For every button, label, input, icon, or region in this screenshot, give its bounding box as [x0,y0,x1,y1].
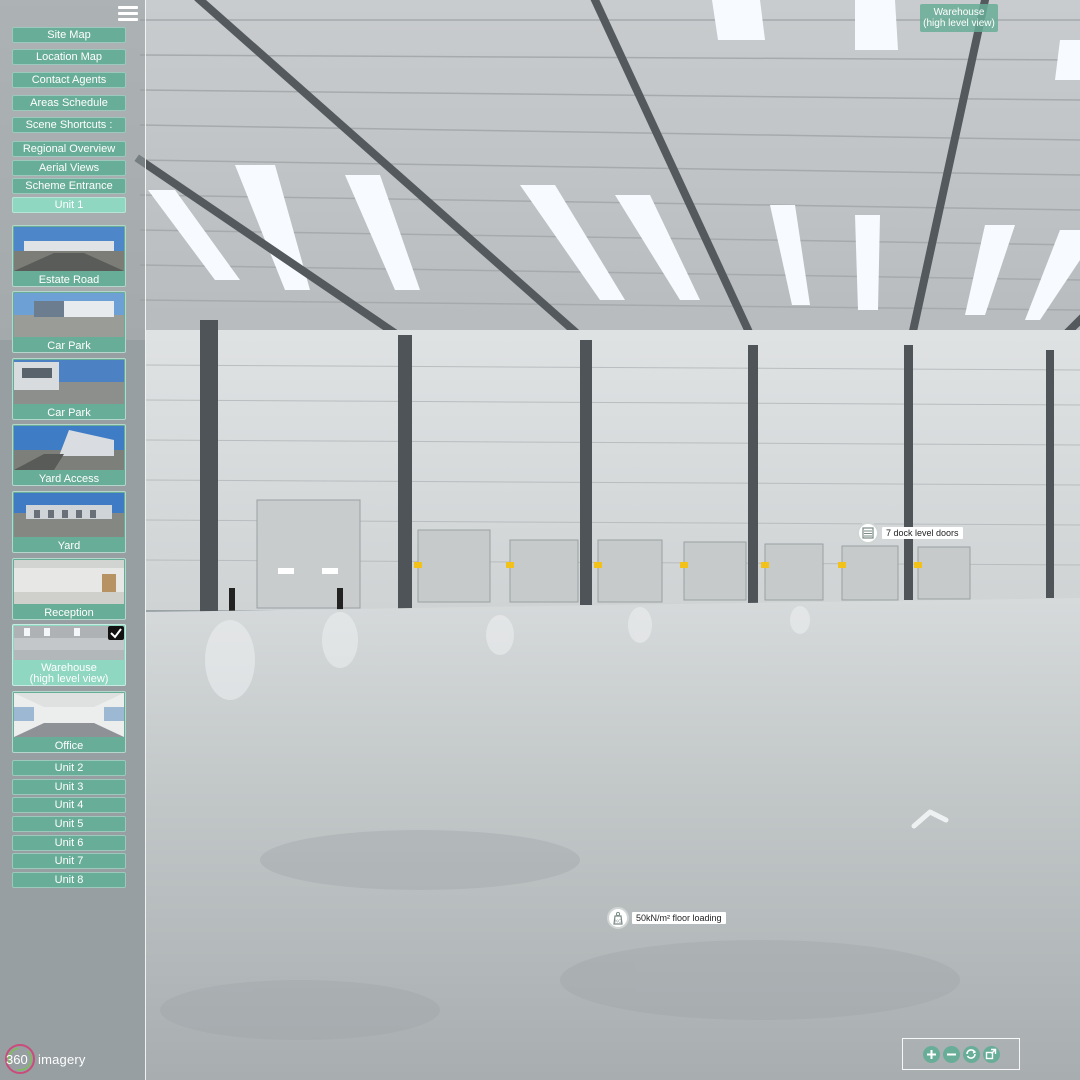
scene-shortcuts-label: Scene Shortcuts : [12,117,126,133]
site-map-button[interactable]: Site Map [12,27,126,43]
scene-thumb-reception[interactable]: Reception [12,558,126,620]
hotspot-floor-loading[interactable]: KG 50kN/m² floor loading [607,907,726,929]
logo-360-icon: 360 [5,1044,35,1074]
scene-label: Car Park [47,340,91,352]
unit-3-button[interactable]: Unit 3 [12,779,126,795]
unit-5-button[interactable]: Unit 5 [12,816,126,832]
scene-label: Car Park [47,407,91,419]
hamburger-icon[interactable] [118,6,138,22]
thumbnail-image [14,493,124,537]
sidebar-menu: Site Map Location Map Contact Agents Are… [0,0,146,1080]
svg-text:KG: KG [615,919,622,924]
scene-thumb-estate-road[interactable]: Estate Road [12,225,126,287]
unit-4-button[interactable]: Unit 4 [12,797,126,813]
weight-icon[interactable]: KG [607,907,629,929]
scene-label: Reception [44,607,94,619]
shortcut-aerial-views[interactable]: Aerial Views [12,160,126,176]
thumbnail-image [14,293,124,337]
shortcut-scheme-entrance[interactable]: Scheme Entrance [12,178,126,194]
hotspot-label: 50kN/m² floor loading [632,912,726,924]
thumbnail-image [14,426,124,470]
logo-brand-text: imagery [38,1051,86,1067]
navigation-arrow-icon[interactable] [910,806,950,830]
scene-title-line1: Warehouse [933,7,985,18]
scene-label: Estate Road [38,274,100,286]
minus-icon[interactable] [942,1045,960,1063]
thumbnail-image [14,360,124,404]
hotspot-label: 7 dock level doors [882,527,963,539]
thumbnail-image [14,693,124,737]
plus-icon[interactable] [922,1045,940,1063]
thumbnail-image [14,227,124,271]
scene-label: Office [54,740,84,752]
scene-thumb-warehouse-high-level[interactable]: Warehouse (high level view) [12,624,126,686]
scene-thumb-yard[interactable]: Yard [12,491,126,553]
scene-thumb-office[interactable]: Office [12,691,126,753]
scene-thumb-car-park-2[interactable]: Car Park [12,358,126,420]
scene-label: Yard Access [38,473,100,485]
company-logo: 360 imagery [2,1042,86,1076]
scene-title-badge: Warehouse (high level view) [920,4,998,32]
rotate-icon[interactable] [962,1045,980,1063]
areas-schedule-button[interactable]: Areas Schedule [12,95,126,111]
unit-1-button[interactable]: Unit 1 [12,197,126,213]
scene-thumb-car-park-1[interactable]: Car Park [12,291,126,353]
unit-7-button[interactable]: Unit 7 [12,853,126,869]
shortcut-regional-overview[interactable]: Regional Overview [12,141,126,157]
location-map-button[interactable]: Location Map [12,49,126,65]
hotspot-dock-doors[interactable]: 7 dock level doors [857,522,963,544]
unit-8-button[interactable]: Unit 8 [12,872,126,888]
fullscreen-icon[interactable] [982,1045,1000,1063]
checkmark-icon [108,626,124,640]
unit-6-button[interactable]: Unit 6 [12,835,126,851]
viewer-controls [902,1038,1020,1070]
scene-label: Yard [57,540,81,552]
scene-thumb-yard-access[interactable]: Yard Access [12,424,126,486]
logo-number: 360 [6,1052,28,1067]
thumbnail-image [14,560,124,604]
scene-label: Warehouse (high level view) [29,662,109,685]
contact-agents-button[interactable]: Contact Agents [12,72,126,88]
scene-title-line2: (high level view) [923,18,995,29]
unit-2-button[interactable]: Unit 2 [12,760,126,776]
door-icon[interactable] [857,522,879,544]
